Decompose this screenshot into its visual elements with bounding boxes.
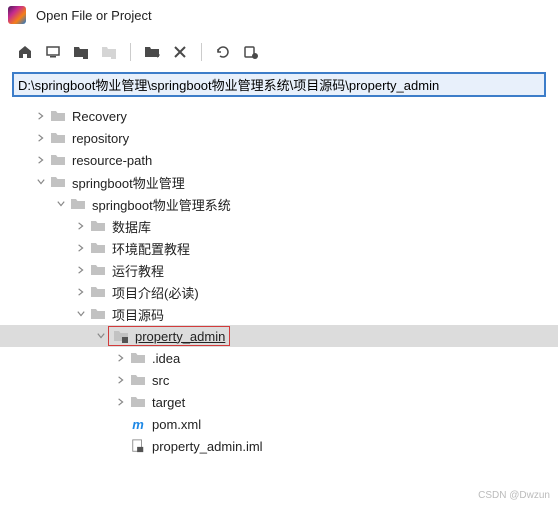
tree-item-intro[interactable]: 项目介绍(必读) [0,281,558,303]
file-tree: Recovery repository resource-path spring… [0,101,558,457]
tree-item-runtut[interactable]: 运行教程 [0,259,558,281]
tree-label: repository [72,131,129,146]
toolbar-separator [201,43,202,61]
folder-icon [70,197,86,211]
tree-item-pom[interactable]: m pom.xml [0,413,558,435]
tree-label: property_admin [135,329,225,344]
highlighted-selection: property_admin [108,326,230,346]
tree-label: 项目介绍(必读) [112,283,199,302]
folder-icon [50,175,66,189]
app-icon [8,6,26,24]
folder-icon [90,285,106,299]
toolbar: + [0,36,558,68]
folder-icon [130,373,146,387]
folder-icon [130,395,146,409]
tree-label: property_admin.iml [152,439,263,454]
tree-item-database[interactable]: 数据库 [0,215,558,237]
chevron-right-icon[interactable] [114,373,128,387]
folder-icon [50,131,66,145]
chevron-right-icon[interactable] [34,131,48,145]
chevron-down-icon[interactable] [54,197,68,211]
folder-icon [50,153,66,167]
folder-icon [90,219,106,233]
chevron-down-icon[interactable] [94,329,108,343]
delete-icon[interactable] [167,40,193,64]
chevron-right-icon[interactable] [34,109,48,123]
folder-icon [90,307,106,321]
maven-icon: m [130,417,146,431]
tree-item-recovery[interactable]: Recovery [0,105,558,127]
tree-item-envtut[interactable]: 环境配置教程 [0,237,558,259]
tree-item-repository[interactable]: repository [0,127,558,149]
home-icon[interactable] [12,40,38,64]
folder-icon [130,351,146,365]
tree-label: pom.xml [152,417,201,432]
tree-item-idea[interactable]: .idea [0,347,558,369]
tree-label: target [152,395,185,410]
tree-item-iml[interactable]: property_admin.iml [0,435,558,457]
folder-icon [50,109,66,123]
tree-label: springboot物业管理 [72,173,185,192]
chevron-right-icon[interactable] [74,219,88,233]
tree-item-springboot1[interactable]: springboot物业管理 [0,171,558,193]
tree-item-property-admin[interactable]: property_admin [0,325,558,347]
module-icon[interactable] [96,40,122,64]
tree-label: Recovery [72,109,127,124]
toolbar-separator [130,43,131,61]
path-input[interactable]: D:\springboot物业管理\springboot物业管理系统\项目源码\… [12,72,546,97]
tree-item-resource-path[interactable]: resource-path [0,149,558,171]
chevron-right-icon[interactable] [74,263,88,277]
tree-label: .idea [152,351,180,366]
chevron-down-icon[interactable] [34,175,48,189]
watermark: CSDN @Dwzun [478,490,550,501]
window-title: Open File or Project [36,8,152,23]
desktop-icon[interactable] [40,40,66,64]
tree-label: src [152,373,169,388]
tree-label: resource-path [72,153,152,168]
project-folder-icon [113,329,129,343]
tree-item-src[interactable]: src [0,369,558,391]
tree-item-target[interactable]: target [0,391,558,413]
tree-item-springboot2[interactable]: springboot物业管理系统 [0,193,558,215]
new-folder-icon[interactable]: + [139,40,165,64]
folder-icon [90,263,106,277]
tree-item-sourcecode[interactable]: 项目源码 [0,303,558,325]
refresh-icon[interactable] [210,40,236,64]
folder-icon [90,241,106,255]
chevron-right-icon[interactable] [114,395,128,409]
chevron-right-icon[interactable] [74,285,88,299]
tree-label: 运行教程 [112,261,164,280]
chevron-right-icon[interactable] [114,351,128,365]
module-file-icon [130,439,146,453]
show-hidden-icon[interactable] [238,40,264,64]
chevron-right-icon[interactable] [74,241,88,255]
svg-text:+: + [155,50,160,60]
tree-label: 数据库 [112,217,151,236]
chevron-down-icon[interactable] [74,307,88,321]
chevron-right-icon[interactable] [34,153,48,167]
tree-label: 项目源码 [112,305,164,324]
project-icon[interactable] [68,40,94,64]
tree-label: 环境配置教程 [112,239,190,258]
tree-label: springboot物业管理系统 [92,195,231,214]
